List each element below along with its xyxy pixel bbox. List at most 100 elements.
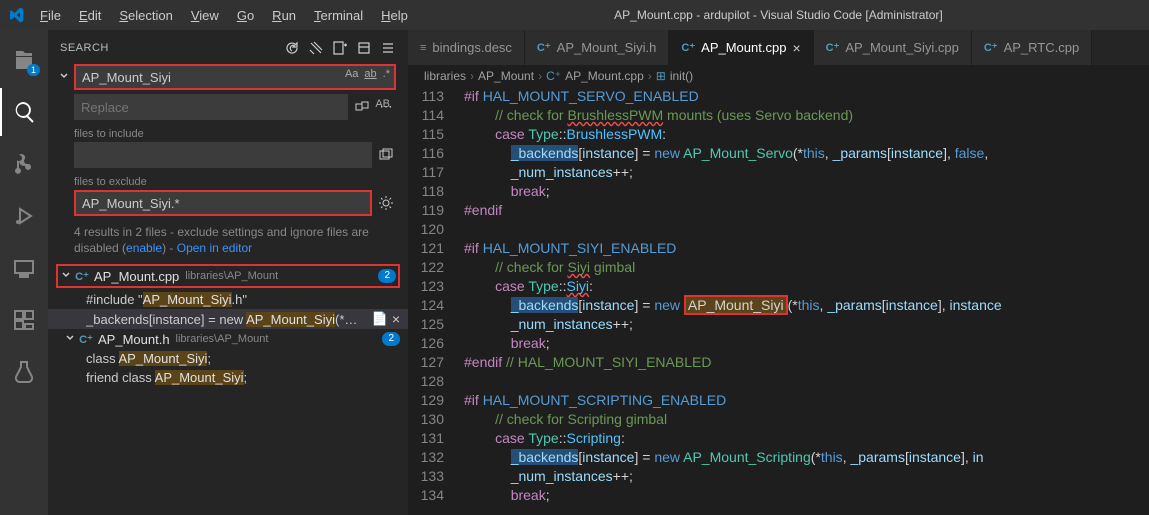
menu-run[interactable]: Run <box>264 4 304 27</box>
breadcrumb-item[interactable]: init() <box>670 69 693 83</box>
breadcrumb-item[interactable]: libraries <box>424 69 466 83</box>
testing-tab[interactable] <box>0 348 48 396</box>
menu-terminal[interactable]: Terminal <box>306 4 371 27</box>
line-number: 120 <box>408 220 464 239</box>
line-number: 127 <box>408 353 464 372</box>
line-number: 122 <box>408 258 464 277</box>
include-input[interactable] <box>74 142 372 168</box>
result-match[interactable]: friend class AP_Mount_Siyi; <box>48 368 408 387</box>
code-line[interactable]: 129#if HAL_MOUNT_SCRIPTING_ENABLED <box>408 391 1149 410</box>
file-icon: C⁺ <box>826 41 840 54</box>
code-line[interactable]: 120 <box>408 220 1149 239</box>
editor-tabs: ≡bindings.descC⁺AP_Mount_Siyi.hC⁺AP_Moun… <box>408 30 1149 65</box>
file-icon: C⁺ <box>74 268 90 284</box>
code-line[interactable]: 128 <box>408 372 1149 391</box>
code-line[interactable]: 125 _num_instances++; <box>408 315 1149 334</box>
code-line[interactable]: 119#endif <box>408 201 1149 220</box>
code-line[interactable]: 133 _num_instances++; <box>408 467 1149 486</box>
menu-edit[interactable]: Edit <box>71 4 109 27</box>
file-path: libraries\AP_Mount <box>176 333 269 345</box>
result-match[interactable]: #include "AP_Mount_Siyi.h" <box>48 290 408 309</box>
menu-help[interactable]: Help <box>373 4 416 27</box>
line-number: 119 <box>408 201 464 220</box>
dismiss-icon[interactable]: × <box>392 311 400 327</box>
line-number: 133 <box>408 467 464 486</box>
result-match[interactable]: _backends[instance] = new AP_Mount_Siyi(… <box>48 309 408 329</box>
breadcrumbs[interactable]: libraries›AP_Mount›C⁺AP_Mount.cpp›⊞init(… <box>408 65 1149 87</box>
menu-file[interactable]: File <box>32 4 69 27</box>
chevron-down-icon <box>60 269 72 284</box>
replace-all-icon[interactable] <box>352 99 372 115</box>
collapse-icon[interactable] <box>356 40 372 56</box>
file-icon: C⁺ <box>537 41 551 54</box>
code-line[interactable]: 114 // check for BrushlessPWM mounts (us… <box>408 106 1149 125</box>
menu-view[interactable]: View <box>183 4 227 27</box>
line-number: 114 <box>408 106 464 125</box>
title-bar: FileEditSelectionViewGoRunTerminalHelp A… <box>0 0 1149 30</box>
main-menu: FileEditSelectionViewGoRunTerminalHelp <box>32 4 416 27</box>
clear-icon[interactable] <box>308 40 324 56</box>
tab-ap-mount-siyi-h[interactable]: C⁺AP_Mount_Siyi.h <box>525 30 669 65</box>
preserve-case-icon[interactable]: AB <box>375 98 390 110</box>
menu-selection[interactable]: Selection <box>111 4 180 27</box>
line-number: 130 <box>408 410 464 429</box>
code-line[interactable]: 123 case Type::Siyi: <box>408 277 1149 296</box>
extensions-tab[interactable] <box>0 296 48 344</box>
include-label: files to include <box>74 128 396 140</box>
code-editor[interactable]: 113#if HAL_MOUNT_SERVO_ENABLED114 // che… <box>408 87 1149 515</box>
regex-icon[interactable]: .* <box>383 68 390 80</box>
match-case-icon[interactable]: Aa <box>345 68 358 80</box>
result-file[interactable]: C⁺AP_Mount.hlibraries\AP_Mount2 <box>48 329 408 349</box>
match-count-badge: 2 <box>378 269 396 283</box>
refresh-icon[interactable] <box>284 40 300 56</box>
result-file[interactable]: C⁺AP_Mount.cpplibraries\AP_Mount2 <box>56 264 400 288</box>
menu-go[interactable]: Go <box>229 4 262 27</box>
code-line[interactable]: 118 break; <box>408 182 1149 201</box>
open-editors-filter-icon[interactable] <box>376 142 396 168</box>
view-mode-icon[interactable] <box>380 40 396 56</box>
code-line[interactable]: 131 case Type::Scripting: <box>408 429 1149 448</box>
code-line[interactable]: 130 // check for Scripting gimbal <box>408 410 1149 429</box>
code-line[interactable]: 117 _num_instances++; <box>408 163 1149 182</box>
code-line[interactable]: 113#if HAL_MOUNT_SERVO_ENABLED <box>408 87 1149 106</box>
close-icon[interactable]: × <box>792 40 800 56</box>
breadcrumb-item[interactable]: AP_Mount.cpp <box>565 69 644 83</box>
line-number: 116 <box>408 144 464 163</box>
code-line[interactable]: 115 case Type::BrushlessPWM: <box>408 125 1149 144</box>
code-line[interactable]: 127#endif // HAL_MOUNT_SIYI_ENABLED <box>408 353 1149 372</box>
code-line[interactable]: 132 _backends[instance] = new AP_Mount_S… <box>408 448 1149 467</box>
code-line[interactable]: 116 _backends[instance] = new AP_Mount_S… <box>408 144 1149 163</box>
remote-tab[interactable] <box>0 244 48 292</box>
tab-label: AP_RTC.cpp <box>1004 40 1080 55</box>
match-word-icon[interactable]: ab <box>364 68 376 80</box>
tab-ap-mount-siyi-cpp[interactable]: C⁺AP_Mount_Siyi.cpp <box>814 30 972 65</box>
match-count-badge: 2 <box>382 332 400 346</box>
breadcrumb-item[interactable]: AP_Mount <box>478 69 534 83</box>
result-match[interactable]: class AP_Mount_Siyi; <box>48 349 408 368</box>
open-in-editor-link[interactable]: Open in editor <box>177 241 252 255</box>
debug-tab[interactable] <box>0 192 48 240</box>
tab-ap-rtc-cpp[interactable]: C⁺AP_RTC.cpp <box>972 30 1092 65</box>
file-path: libraries\AP_Mount <box>185 270 278 282</box>
match-text: _backends[instance] = new AP_Mount_Siyi(… <box>86 312 372 327</box>
scm-tab[interactable] <box>0 140 48 188</box>
replace-input[interactable] <box>74 94 348 120</box>
search-tab[interactable] <box>0 88 48 136</box>
code-line[interactable]: 121#if HAL_MOUNT_SIYI_ENABLED <box>408 239 1149 258</box>
new-search-icon[interactable] <box>332 40 348 56</box>
explorer-tab[interactable]: 1 <box>0 36 48 84</box>
code-line[interactable]: 126 break; <box>408 334 1149 353</box>
toggle-replace-icon[interactable] <box>58 70 70 85</box>
tab-label: bindings.desc <box>432 40 512 55</box>
code-line[interactable]: 134 break; <box>408 486 1149 505</box>
tab-ap-mount-cpp[interactable]: C⁺AP_Mount.cpp× <box>669 30 813 65</box>
activity-bar: 1 <box>0 30 48 515</box>
enable-link[interactable]: enable <box>126 241 162 255</box>
code-line[interactable]: 122 // check for Siyi gimbal <box>408 258 1149 277</box>
exclude-label: files to exclude <box>74 176 396 188</box>
results-summary: 4 results in 2 files - exclude settings … <box>48 218 408 256</box>
use-exclude-settings-icon[interactable] <box>376 190 396 216</box>
exclude-input[interactable] <box>74 190 372 216</box>
tab-bindings-desc[interactable]: ≡bindings.desc <box>408 30 525 65</box>
code-line[interactable]: 124 _backends[instance] = new AP_Mount_S… <box>408 296 1149 315</box>
